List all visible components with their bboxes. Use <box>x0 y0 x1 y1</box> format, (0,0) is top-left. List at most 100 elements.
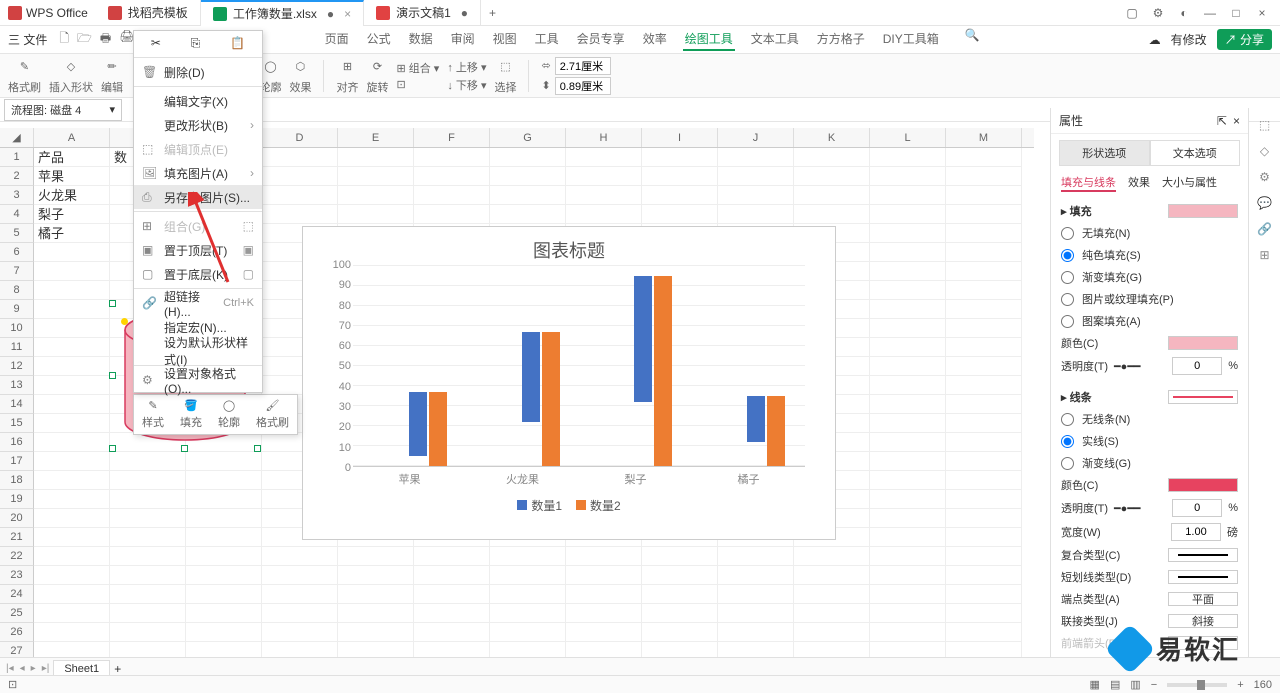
cell[interactable] <box>946 319 1022 338</box>
rotate-button[interactable]: ⟳旋转 <box>366 57 388 95</box>
cell[interactable] <box>870 585 946 604</box>
tab-text-tools[interactable]: 文本工具 <box>749 28 801 51</box>
tab-review[interactable]: 审阅 <box>449 28 477 51</box>
cell[interactable] <box>642 585 718 604</box>
cell[interactable] <box>566 604 642 623</box>
row-header[interactable]: 15 <box>0 414 34 433</box>
cell[interactable] <box>34 281 110 300</box>
cell[interactable]: 苹果 <box>34 167 110 186</box>
col-header[interactable]: A <box>34 128 110 147</box>
cell[interactable] <box>34 414 110 433</box>
cell[interactable] <box>870 300 946 319</box>
cell[interactable] <box>34 623 110 642</box>
cell[interactable] <box>870 205 946 224</box>
search-icon[interactable]: 🔍 <box>965 28 980 51</box>
cell[interactable] <box>34 528 110 547</box>
cell[interactable] <box>946 414 1022 433</box>
cell[interactable] <box>262 167 338 186</box>
cell[interactable] <box>870 452 946 471</box>
cell[interactable] <box>946 528 1022 547</box>
col-header[interactable]: H <box>566 128 642 147</box>
cloud-icon[interactable]: ☁ <box>1149 33 1161 47</box>
cell[interactable] <box>718 547 794 566</box>
new-tab-button[interactable]: + <box>481 6 504 20</box>
fill-swatch[interactable] <box>1168 204 1238 218</box>
subtab-fill-line[interactable]: 填充与线条 <box>1061 174 1116 192</box>
cell[interactable] <box>490 566 566 585</box>
cell[interactable] <box>870 243 946 262</box>
cell[interactable] <box>794 623 870 642</box>
tab-shape-options[interactable]: 形状选项 <box>1059 140 1150 166</box>
cap-type-select[interactable]: 平面 <box>1168 592 1238 606</box>
cell[interactable] <box>946 376 1022 395</box>
cell[interactable] <box>414 186 490 205</box>
cell[interactable] <box>110 623 186 642</box>
col-header[interactable]: F <box>414 128 490 147</box>
mini-painter[interactable]: 🖌格式刷 <box>248 395 297 434</box>
cell[interactable] <box>642 148 718 167</box>
cell[interactable] <box>34 338 110 357</box>
open-icon[interactable]: 🗁 <box>77 29 92 50</box>
cell[interactable] <box>186 490 262 509</box>
view-page-icon[interactable]: ▥ <box>1130 678 1140 691</box>
cell[interactable] <box>262 547 338 566</box>
cut-icon[interactable]: ✂ <box>151 36 161 50</box>
row-header[interactable]: 14 <box>0 395 34 414</box>
col-header[interactable]: I <box>642 128 718 147</box>
cell[interactable] <box>490 547 566 566</box>
cell[interactable] <box>414 167 490 186</box>
new-icon[interactable]: 🗋 <box>59 29 69 50</box>
cell[interactable] <box>870 433 946 452</box>
cell[interactable] <box>338 167 414 186</box>
cell[interactable] <box>338 148 414 167</box>
cell[interactable] <box>490 205 566 224</box>
cell[interactable] <box>34 585 110 604</box>
cell[interactable] <box>110 452 186 471</box>
cell[interactable] <box>946 395 1022 414</box>
cell[interactable] <box>870 338 946 357</box>
cell[interactable] <box>414 547 490 566</box>
row-header[interactable]: 19 <box>0 490 34 509</box>
cell[interactable] <box>870 547 946 566</box>
cell[interactable] <box>946 281 1022 300</box>
tab-drawing[interactable]: 绘图工具 <box>683 28 735 51</box>
col-header[interactable]: G <box>490 128 566 147</box>
cell[interactable] <box>566 623 642 642</box>
cell[interactable] <box>34 243 110 262</box>
select-all-corner[interactable]: ◢ <box>0 128 34 147</box>
cell[interactable] <box>870 281 946 300</box>
cell[interactable] <box>870 490 946 509</box>
cell[interactable] <box>414 148 490 167</box>
row-header[interactable]: 16 <box>0 433 34 452</box>
line-gradient-radio[interactable] <box>1061 457 1074 470</box>
cell[interactable] <box>718 167 794 186</box>
line-transparency-input[interactable] <box>1172 499 1222 517</box>
select-button[interactable]: ⬚选择 <box>494 57 516 95</box>
cell[interactable] <box>34 262 110 281</box>
cell[interactable] <box>262 566 338 585</box>
edit-shape-button[interactable]: ✏编辑 <box>101 57 123 95</box>
tab-plugin2[interactable]: DIY工具箱 <box>881 28 941 51</box>
cell[interactable] <box>718 148 794 167</box>
ctx-edit-text[interactable]: 编辑文字(X) <box>134 89 262 113</box>
chart-title[interactable]: 图表标题 <box>303 227 835 267</box>
cell[interactable] <box>718 205 794 224</box>
cell[interactable] <box>870 604 946 623</box>
row-header[interactable]: 25 <box>0 604 34 623</box>
fill-pattern-radio[interactable] <box>1061 315 1074 328</box>
cell[interactable] <box>794 148 870 167</box>
line-none-radio[interactable] <box>1061 413 1074 426</box>
cell[interactable] <box>642 604 718 623</box>
tab-view[interactable]: 视图 <box>491 28 519 51</box>
cell[interactable] <box>870 528 946 547</box>
cell[interactable] <box>946 585 1022 604</box>
cell[interactable] <box>718 566 794 585</box>
cell[interactable] <box>34 395 110 414</box>
cell[interactable] <box>414 566 490 585</box>
cell[interactable] <box>414 623 490 642</box>
cell[interactable] <box>566 148 642 167</box>
cell[interactable] <box>490 604 566 623</box>
ctx-format-object[interactable]: ⚙设置对象格式(O)... <box>134 368 262 392</box>
cell[interactable] <box>794 566 870 585</box>
cell[interactable] <box>414 205 490 224</box>
